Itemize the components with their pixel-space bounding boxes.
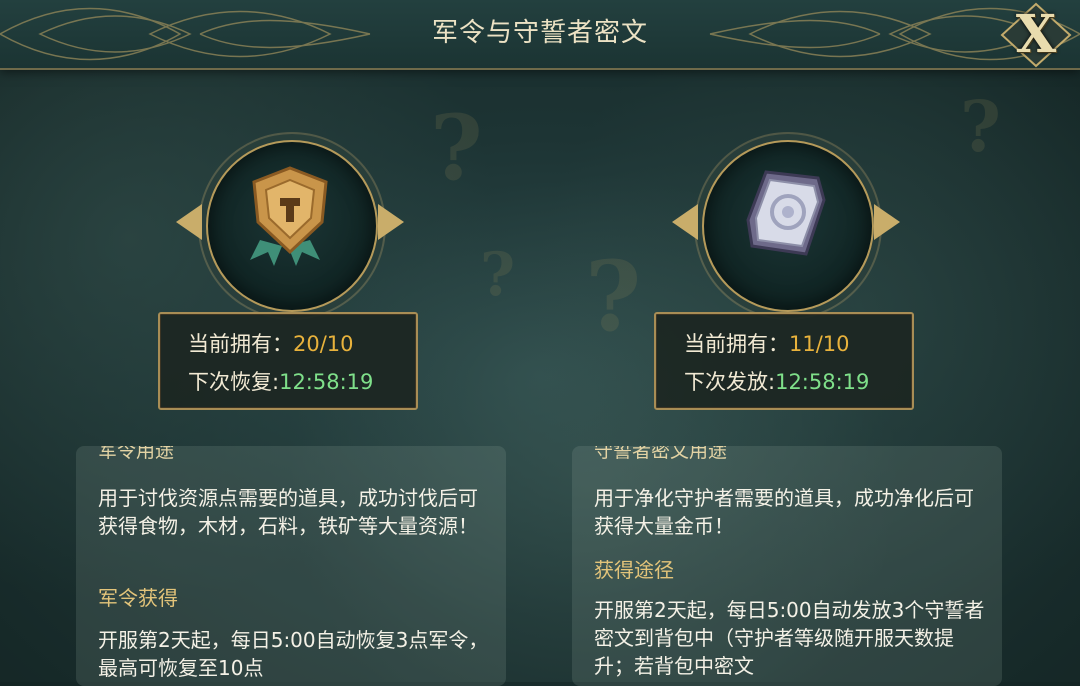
next-row: 下次恢复:12:58:19: [188, 366, 373, 396]
owned-value: 20/10: [293, 332, 354, 356]
next-label: 下次发放:: [684, 370, 776, 394]
panel-title: 军令用途: [98, 446, 175, 462]
panel-title: 守誓者密文用途: [594, 446, 728, 462]
close-button[interactable]: X: [1000, 2, 1072, 68]
title-bar: 军令与守誓者密文 X: [0, 0, 1080, 70]
next-row: 下次发放:12:58:19: [684, 366, 869, 396]
golden-shield-badge-icon: [250, 166, 328, 266]
panel-subtitle: 军令获得: [98, 586, 178, 610]
panel-description-2: 开服第2天起，每日5:00自动发放3个守誓者密文到背包中（守护者等级随开服天数提…: [594, 598, 985, 678]
left-item-ring: [170, 104, 410, 344]
left-arrow-ornament-icon: [672, 204, 698, 240]
close-icon: X: [1015, 4, 1057, 65]
owned-label: 当前拥有：: [684, 332, 789, 356]
right-arrow-ornament-icon: [874, 204, 900, 240]
owned-row: 当前拥有：20/10: [188, 328, 354, 358]
next-label: 下次恢复:: [188, 370, 280, 394]
next-timer: 12:58:19: [775, 370, 870, 394]
left-status-box: 当前拥有：20/10 下次恢复:12:58:19: [158, 312, 418, 410]
page-title: 军令与守誓者密文: [431, 18, 648, 48]
owned-row: 当前拥有：11/10: [684, 328, 850, 358]
panel-description-2: 开服第2天起，每日5:00自动恢复3点军令，最高可恢复至10点: [98, 628, 489, 680]
silver-rune-stone-icon: [746, 170, 826, 256]
background-question-mark: ?: [430, 95, 483, 201]
left-arrow-ornament-icon: [176, 204, 202, 240]
panel-subtitle: 获得途径: [594, 558, 674, 582]
panel-description: 用于净化守护者需要的道具，成功净化后可获得大量金币！: [594, 486, 974, 538]
right-description-panel[interactable]: 守誓者密文用途 用于净化守护者需要的道具，成功净化后可获得大量金币！ 获得途径 …: [572, 446, 1002, 686]
owned-value: 11/10: [789, 332, 850, 356]
background-question-mark: ?: [960, 85, 1002, 168]
next-timer: 12:58:19: [279, 370, 374, 394]
left-description-panel[interactable]: 军令用途 用于讨伐资源点需要的道具，成功讨伐后可获得食物，木材，石料，铁矿等大量…: [76, 446, 506, 686]
right-status-box: 当前拥有：11/10 下次发放:12:58:19: [654, 312, 914, 410]
background-question-mark: ?: [480, 240, 516, 310]
background-question-mark: ?: [585, 240, 642, 353]
panel-description: 用于讨伐资源点需要的道具，成功讨伐后可获得食物，木材，石料，铁矿等大量资源！: [98, 486, 478, 538]
owned-label: 当前拥有：: [188, 332, 293, 356]
right-item-ring: [666, 104, 906, 344]
right-arrow-ornament-icon: [378, 204, 404, 240]
